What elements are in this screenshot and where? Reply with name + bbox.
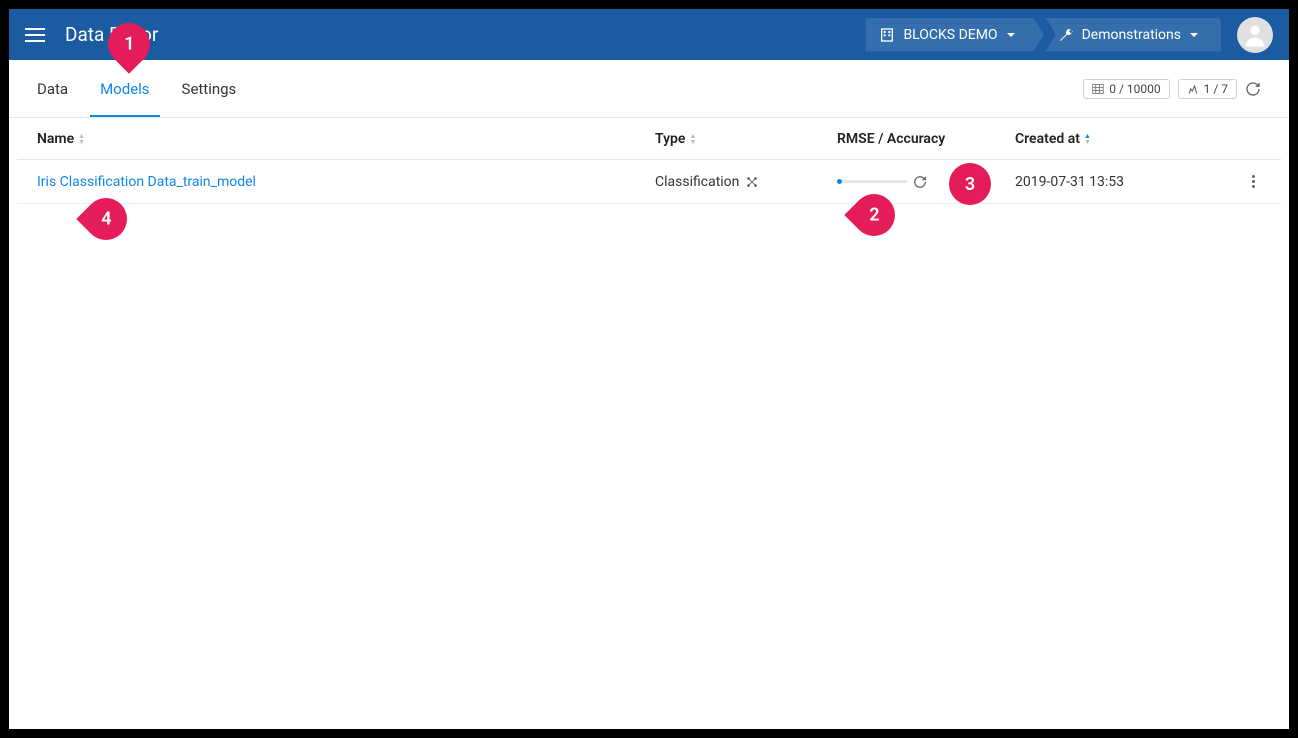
refresh-icon[interactable] — [1245, 81, 1261, 97]
status-chips: 0 / 10000 1 / 7 — [1083, 79, 1261, 99]
breadcrumb-org[interactable]: BLOCKS DEMO — [865, 18, 1043, 52]
col-type[interactable]: Type ▲▼ — [655, 131, 837, 147]
rows-chip: 0 / 10000 — [1083, 79, 1169, 99]
rows-count: 0 / 10000 — [1109, 82, 1160, 96]
sort-icon: ▲▼ — [78, 133, 85, 145]
cols-chip: 1 / 7 — [1178, 79, 1237, 99]
chevron-down-icon — [1189, 30, 1199, 40]
user-avatar[interactable] — [1237, 17, 1273, 53]
subheader: Data Models Settings 0 / 10000 1 / 7 — [9, 60, 1289, 118]
row-actions-menu[interactable] — [1245, 174, 1261, 190]
breadcrumb-project[interactable]: Demonstrations — [1036, 18, 1221, 52]
app-header: Data Editor BLOCKS DEMO Demonstrations — [9, 9, 1289, 60]
breadcrumb-org-label: BLOCKS DEMO — [903, 27, 997, 43]
sort-icon: ▲▼ — [689, 133, 696, 145]
chevron-down-icon — [1006, 30, 1016, 40]
model-type: Classification — [655, 174, 739, 190]
tab-settings[interactable]: Settings — [182, 60, 237, 117]
reload-icon[interactable] — [913, 175, 927, 189]
tabs: Data Models Settings — [37, 60, 236, 117]
models-table: Name ▲▼ Type ▲▼ RMSE / Accuracy Created … — [9, 118, 1289, 204]
table-header: Name ▲▼ Type ▲▼ RMSE / Accuracy Created … — [17, 118, 1281, 160]
accuracy-progress — [837, 180, 907, 183]
sort-icon: ▲▼ — [1084, 133, 1091, 145]
table-row: Iris Classification Data_train_model Cla… — [17, 160, 1281, 204]
app-title: Data Editor — [65, 23, 865, 46]
building-icon — [879, 27, 895, 43]
cols-count: 1 / 7 — [1204, 82, 1228, 96]
wrench-icon — [1058, 27, 1074, 43]
hamburger-menu-icon[interactable] — [25, 23, 49, 47]
col-rmse: RMSE / Accuracy — [837, 131, 1015, 147]
col-name[interactable]: Name ▲▼ — [37, 131, 655, 147]
model-name-link[interactable]: Iris Classification Data_train_model — [37, 174, 256, 190]
classification-icon — [745, 175, 759, 189]
col-created[interactable]: Created at ▲▼ — [1015, 131, 1231, 147]
columns-icon — [1187, 83, 1199, 95]
grid-icon — [1092, 83, 1104, 95]
tab-data[interactable]: Data — [37, 60, 68, 117]
tab-models[interactable]: Models — [100, 60, 149, 117]
breadcrumb-project-label: Demonstrations — [1082, 27, 1181, 43]
model-created: 2019-07-31 13:53 — [1015, 174, 1124, 190]
breadcrumb: BLOCKS DEMO Demonstrations — [865, 18, 1221, 52]
